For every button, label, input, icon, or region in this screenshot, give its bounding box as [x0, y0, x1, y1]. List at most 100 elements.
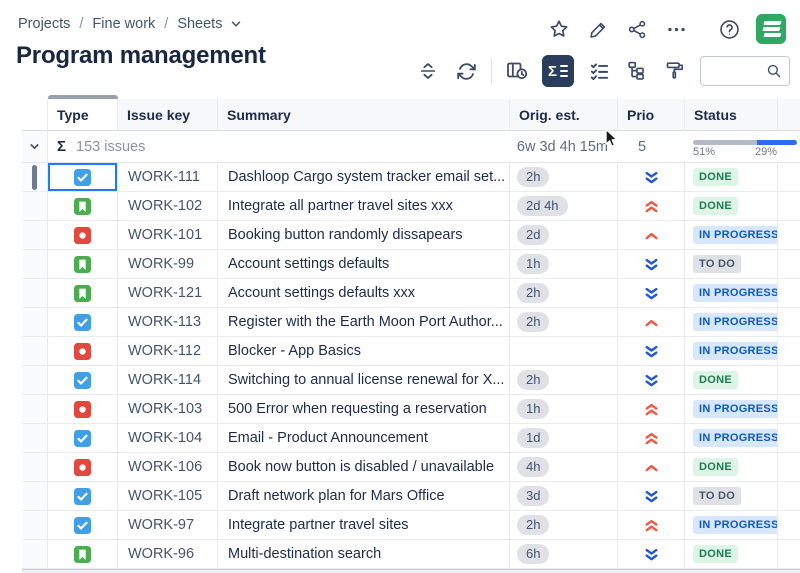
original-estimate-cell[interactable]: 6h [510, 540, 618, 569]
issue-type-cell[interactable] [48, 279, 118, 308]
formatting-icon[interactable] [662, 58, 688, 84]
column-header-status[interactable]: Status [685, 99, 778, 131]
priority-cell[interactable] [618, 221, 685, 250]
issue-summary[interactable]: Booking button randomly dissapears [218, 221, 510, 250]
original-estimate-cell[interactable]: 2h [510, 279, 618, 308]
original-estimate-cell[interactable]: 2h [510, 366, 618, 395]
issue-summary[interactable]: Integrate partner travel sites [218, 511, 510, 540]
refresh-icon[interactable] [453, 58, 479, 84]
original-estimate-cell[interactable]: 1h [510, 250, 618, 279]
column-header-prio[interactable]: Prio [618, 99, 685, 131]
more-icon[interactable] [664, 17, 688, 41]
status-cell[interactable]: DONE [685, 366, 778, 395]
edit-icon[interactable] [586, 17, 610, 41]
breadcrumb-projects[interactable]: Projects [18, 16, 70, 32]
table-row[interactable]: WORK-102 Integrate all partner travel si… [22, 192, 800, 221]
issue-key[interactable]: WORK-104 [118, 424, 218, 453]
issue-key[interactable]: WORK-121 [118, 279, 218, 308]
star-icon[interactable] [547, 17, 571, 41]
issue-key[interactable]: WORK-102 [118, 192, 218, 221]
table-row[interactable]: WORK-106 Book now button is disabled / u… [22, 453, 800, 482]
issue-key[interactable]: WORK-97 [118, 511, 218, 540]
issue-key[interactable]: WORK-99 [118, 250, 218, 279]
status-cell[interactable]: DONE [685, 453, 778, 482]
sum-columns-button[interactable]: Σ [542, 55, 574, 87]
status-cell[interactable]: DONE [685, 192, 778, 221]
priority-cell[interactable] [618, 308, 685, 337]
column-header-type[interactable]: Type [48, 99, 118, 131]
status-cell[interactable]: IN PROGRESS [685, 279, 778, 308]
table-row[interactable]: WORK-113 Register with the Earth Moon Po… [22, 308, 800, 337]
priority-cell[interactable] [618, 366, 685, 395]
priority-cell[interactable] [618, 540, 685, 569]
issue-summary[interactable]: Email - Product Announcement [218, 424, 510, 453]
status-cell[interactable]: TO DO [685, 250, 778, 279]
issue-summary[interactable]: Integrate all partner travel sites xxx [218, 192, 510, 221]
priority-cell[interactable] [618, 250, 685, 279]
share-icon[interactable] [625, 17, 649, 41]
table-row[interactable]: WORK-121 Account settings defaults xxx 2… [22, 279, 800, 308]
issue-type-cell[interactable] [48, 424, 118, 453]
column-header-summary[interactable]: Summary [218, 99, 510, 131]
issue-summary[interactable]: Switching to annual license renewal for … [218, 366, 510, 395]
issue-type-cell[interactable] [48, 395, 118, 424]
original-estimate-cell[interactable]: 2d 4h [510, 192, 618, 221]
priority-cell[interactable] [618, 337, 685, 366]
status-cell[interactable]: IN PROGRESS [685, 308, 778, 337]
table-row[interactable]: WORK-97 Integrate partner travel sites 2… [22, 511, 800, 540]
priority-cell[interactable] [618, 424, 685, 453]
priority-cell[interactable] [618, 482, 685, 511]
issue-key[interactable]: WORK-96 [118, 540, 218, 569]
issue-summary[interactable]: Blocker - App Basics [218, 337, 510, 366]
issue-key[interactable]: WORK-111 [118, 163, 218, 192]
status-cell[interactable]: IN PROGRESS [685, 395, 778, 424]
status-cell[interactable]: DONE [685, 163, 778, 192]
original-estimate-cell[interactable]: 1d [510, 424, 618, 453]
chevron-down-icon[interactable] [229, 17, 243, 31]
issue-type-cell[interactable] [48, 540, 118, 569]
table-row[interactable]: WORK-104 Email - Product Announcement 1d… [22, 424, 800, 453]
issue-summary[interactable]: Multi-destination search [218, 540, 510, 569]
original-estimate-cell[interactable]: 2d [510, 221, 618, 250]
issue-summary[interactable]: Register with the Earth Moon Port Author… [218, 308, 510, 337]
collapse-chevron-icon[interactable] [22, 131, 48, 163]
issue-type-cell[interactable] [48, 337, 118, 366]
issue-type-cell[interactable] [48, 366, 118, 395]
issue-key[interactable]: WORK-113 [118, 308, 218, 337]
issue-type-cell[interactable] [48, 482, 118, 511]
priority-cell[interactable] [618, 163, 685, 192]
issue-type-cell[interactable] [48, 221, 118, 250]
issue-type-cell[interactable] [48, 453, 118, 482]
status-cell[interactable]: IN PROGRESS [685, 424, 778, 453]
column-header-orig-est[interactable]: Orig. est. [510, 99, 618, 131]
help-icon[interactable] [717, 17, 741, 41]
issue-type-cell[interactable] [48, 511, 118, 540]
search-input[interactable] [700, 56, 790, 86]
issue-summary[interactable]: Account settings defaults xxx [218, 279, 510, 308]
issue-type-cell[interactable] [48, 163, 118, 192]
issue-summary[interactable]: Book now button is disabled / unavailabl… [218, 453, 510, 482]
priority-cell[interactable] [618, 279, 685, 308]
checklist-icon[interactable] [586, 58, 612, 84]
issue-summary[interactable]: 500 Error when requesting a reservation [218, 395, 510, 424]
issue-summary[interactable]: Account settings defaults [218, 250, 510, 279]
table-row[interactable]: WORK-114 Switching to annual license ren… [22, 366, 800, 395]
issue-key[interactable]: WORK-112 [118, 337, 218, 366]
original-estimate-cell[interactable]: 2h [510, 308, 618, 337]
issue-type-cell[interactable] [48, 250, 118, 279]
table-row[interactable]: WORK-101 Booking button randomly dissape… [22, 221, 800, 250]
status-cell[interactable]: IN PROGRESS [685, 337, 778, 366]
views-icon[interactable] [504, 58, 530, 84]
app-logo-icon[interactable] [756, 14, 786, 44]
issue-key[interactable]: WORK-114 [118, 366, 218, 395]
table-row[interactable]: WORK-105 Draft network plan for Mars Off… [22, 482, 800, 511]
original-estimate-cell[interactable]: 2h [510, 511, 618, 540]
issue-type-cell[interactable] [48, 192, 118, 221]
status-cell[interactable]: IN PROGRESS [685, 511, 778, 540]
original-estimate-cell[interactable]: 1h [510, 395, 618, 424]
issue-summary[interactable]: Draft network plan for Mars Office [218, 482, 510, 511]
table-row[interactable]: WORK-99 Account settings defaults 1h TO … [22, 250, 800, 279]
issue-key[interactable]: WORK-105 [118, 482, 218, 511]
priority-cell[interactable] [618, 192, 685, 221]
original-estimate-cell[interactable]: 4h [510, 453, 618, 482]
